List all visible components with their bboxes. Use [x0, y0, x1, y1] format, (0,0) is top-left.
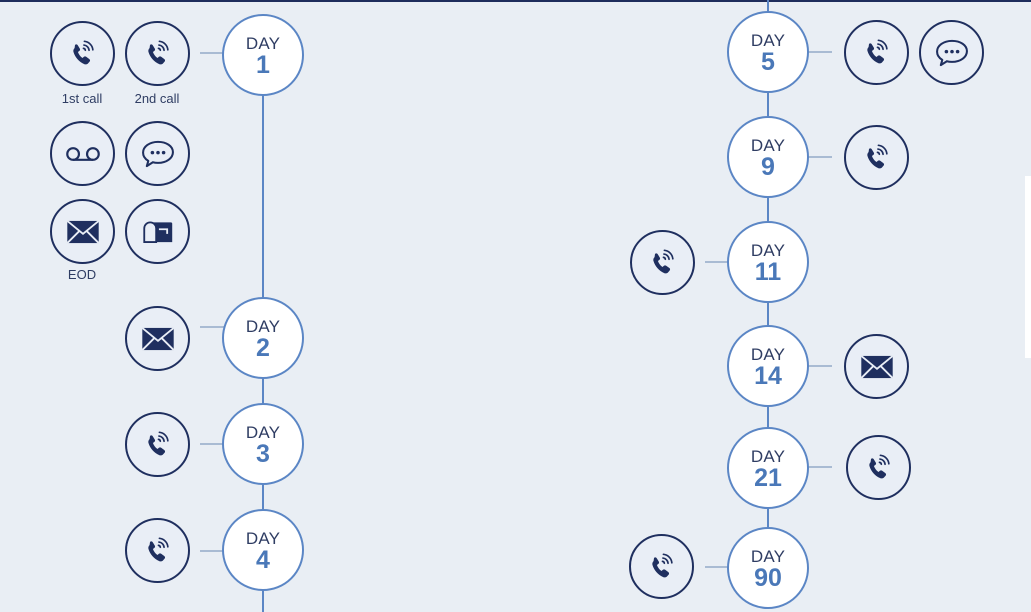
connector	[200, 326, 224, 328]
legend-caption: 1st call	[61, 91, 103, 106]
legend-caption: EOD	[67, 267, 97, 282]
connector	[200, 52, 224, 54]
day-label: DAY	[245, 422, 281, 442]
day-label: DAY	[750, 240, 786, 260]
connector	[200, 550, 224, 552]
edge-strip	[1025, 176, 1031, 358]
phone-icon	[648, 248, 678, 278]
day-5-call	[844, 20, 909, 85]
legend-voicemail	[50, 121, 115, 186]
legend-first-call	[50, 21, 115, 86]
connector	[705, 566, 729, 568]
mailbox-icon	[142, 221, 174, 243]
top-bar	[0, 0, 1031, 2]
day-label: DAY	[245, 316, 281, 336]
connector	[200, 443, 224, 445]
day-90-call	[629, 534, 694, 599]
day-node-11: DAY 11	[727, 221, 809, 303]
day-number: 14	[754, 361, 782, 390]
day-node-90: DAY 90	[727, 527, 809, 609]
day-21-call	[846, 435, 911, 500]
phone-icon	[143, 536, 173, 566]
day-5-chat	[919, 20, 984, 85]
legend-mailbox	[125, 199, 190, 264]
voicemail-icon	[65, 145, 101, 163]
day-number: 90	[754, 563, 782, 592]
day-node-5: DAY 5	[727, 11, 809, 93]
phone-icon	[68, 39, 98, 69]
day-label: DAY	[750, 135, 786, 155]
phone-icon	[143, 430, 173, 460]
legend-second-call	[125, 21, 190, 86]
day-number: 9	[761, 152, 775, 181]
day-4-call	[125, 518, 190, 583]
day-11-call	[630, 230, 695, 295]
day-node-14: DAY 14	[727, 325, 809, 407]
day-label: DAY	[750, 446, 786, 466]
day-number: 1	[256, 50, 270, 79]
day-number: 11	[754, 257, 782, 286]
day-label: DAY	[245, 33, 281, 53]
day-label: DAY	[750, 546, 786, 566]
day-node-2: DAY 2	[222, 297, 304, 379]
day-3-call	[125, 412, 190, 477]
connector	[808, 466, 832, 468]
legend-email	[50, 199, 115, 264]
day-label: DAY	[750, 30, 786, 50]
email-icon	[66, 220, 100, 244]
day-node-3: DAY 3	[222, 403, 304, 485]
chat-bubble-icon	[141, 140, 175, 168]
day-number: 4	[256, 545, 270, 574]
day-node-4: DAY 4	[222, 509, 304, 591]
day-14-email	[844, 334, 909, 399]
phone-icon	[143, 39, 173, 69]
email-icon	[860, 355, 894, 379]
day-number: 2	[256, 333, 270, 362]
day-2-email	[125, 306, 190, 371]
connector	[808, 156, 832, 158]
day-label: DAY	[750, 344, 786, 364]
legend-caption: 2nd call	[134, 91, 180, 106]
day-9-call	[844, 125, 909, 190]
connector	[808, 365, 832, 367]
day-number: 21	[754, 463, 782, 492]
chat-bubble-icon	[935, 39, 969, 67]
day-node-9: DAY 9	[727, 116, 809, 198]
legend-chat	[125, 121, 190, 186]
day-label: DAY	[245, 528, 281, 548]
phone-icon	[864, 453, 894, 483]
day-number: 5	[761, 47, 775, 76]
email-icon	[141, 327, 175, 351]
phone-icon	[647, 552, 677, 582]
day-number: 3	[256, 439, 270, 468]
day-node-21: DAY 21	[727, 427, 809, 509]
phone-icon	[862, 143, 892, 173]
connector	[808, 51, 832, 53]
connector	[705, 261, 729, 263]
phone-icon	[862, 38, 892, 68]
day-node-1: DAY 1	[222, 14, 304, 96]
